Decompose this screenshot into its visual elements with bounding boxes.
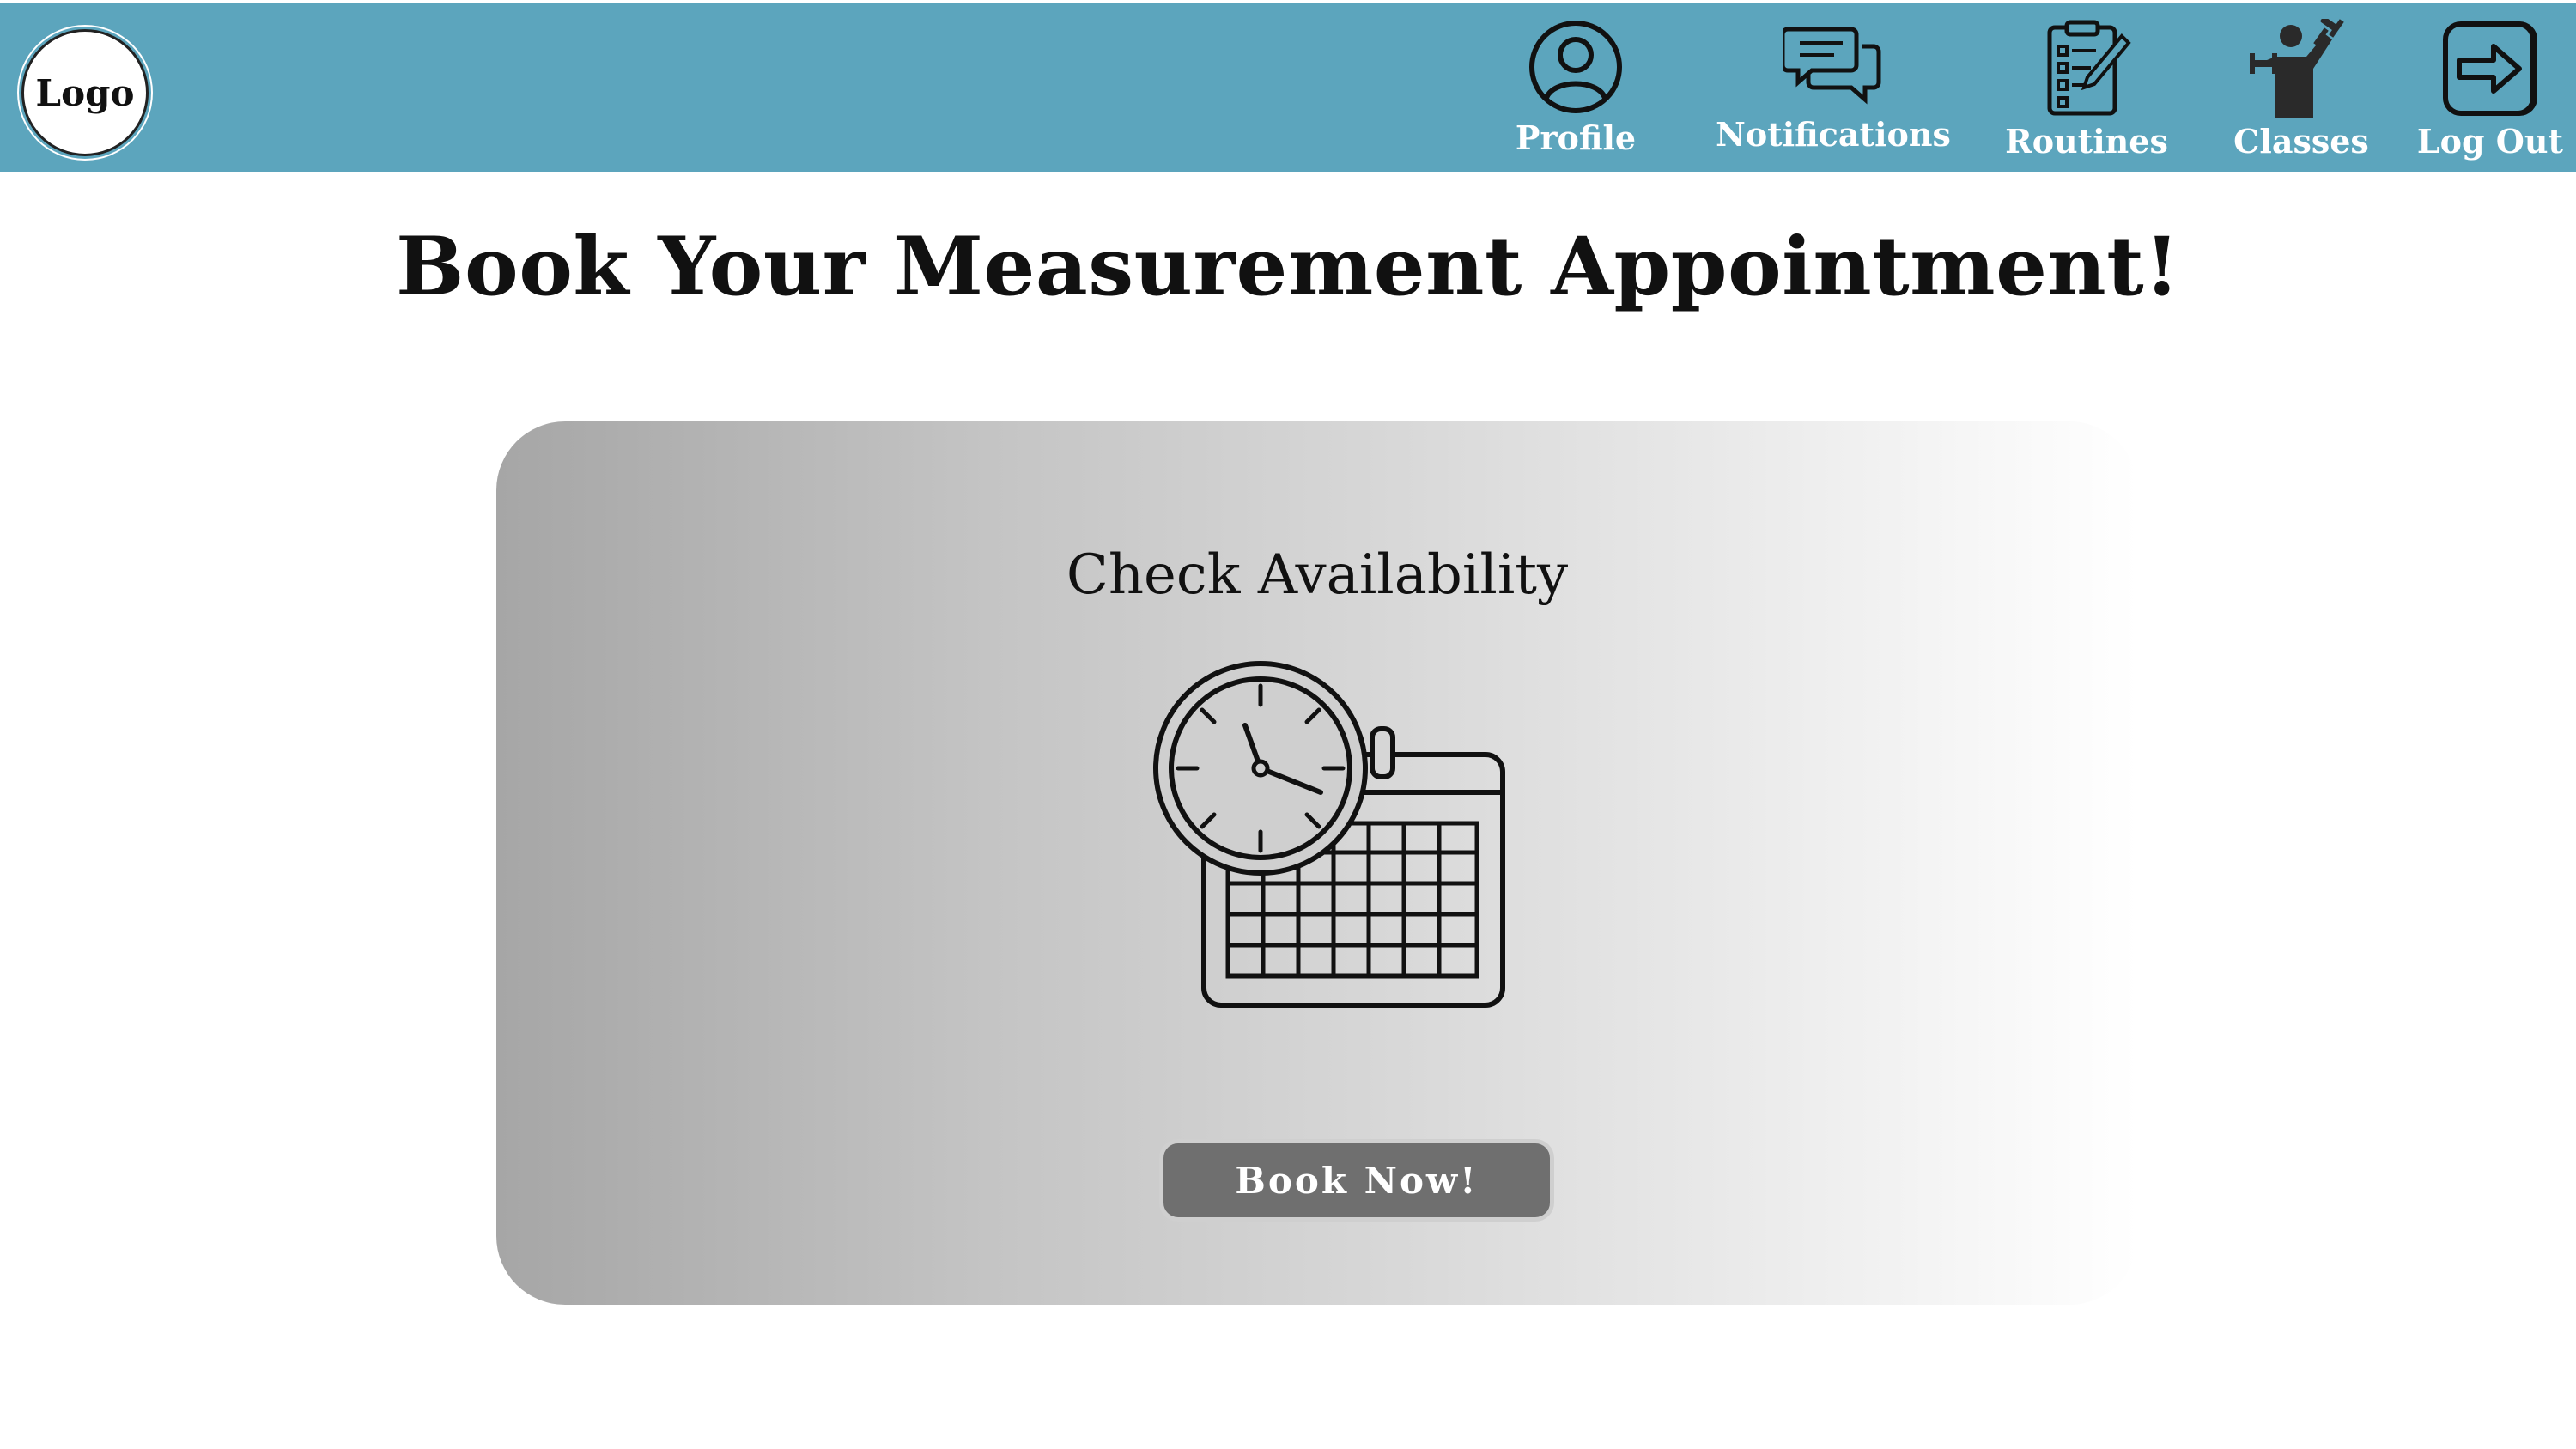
nav-routines[interactable]: Routines xyxy=(2005,19,2168,170)
logo[interactable]: Logo xyxy=(21,29,149,156)
clock-calendar-icon[interactable] xyxy=(1152,660,1513,1016)
nav-logout-label: Log Out xyxy=(2416,122,2564,161)
page-title: Book Your Measurement Appointment! xyxy=(396,220,2180,314)
availability-card: Check Availability Book Now! xyxy=(496,421,2138,1305)
nav-classes[interactable]: Classes xyxy=(2233,19,2370,170)
nav-profile-label: Profile xyxy=(1515,118,1637,157)
nav-logout[interactable]: Log Out xyxy=(2417,19,2563,170)
chat-bubbles-icon xyxy=(1783,19,1884,115)
book-now-button[interactable]: Book Now! xyxy=(1159,1139,1554,1222)
nav-notifications-label: Notifications xyxy=(1716,115,1951,154)
user-circle-icon xyxy=(1528,19,1624,115)
nav-classes-label: Classes xyxy=(2233,122,2369,161)
logout-arrow-icon xyxy=(2440,19,2540,118)
nav-profile[interactable]: Profile xyxy=(1511,19,1640,170)
nav-notifications[interactable]: Notifications xyxy=(1716,19,1951,170)
weightlifter-icon xyxy=(2248,19,2354,118)
clipboard-checklist-icon xyxy=(2039,19,2134,118)
nav-routines-label: Routines xyxy=(2005,122,2168,161)
top-nav-bar: Logo Profile Notifications Routines Clas… xyxy=(0,3,2576,172)
check-availability-heading[interactable]: Check Availability xyxy=(496,543,2138,607)
logo-text: Logo xyxy=(35,71,135,114)
